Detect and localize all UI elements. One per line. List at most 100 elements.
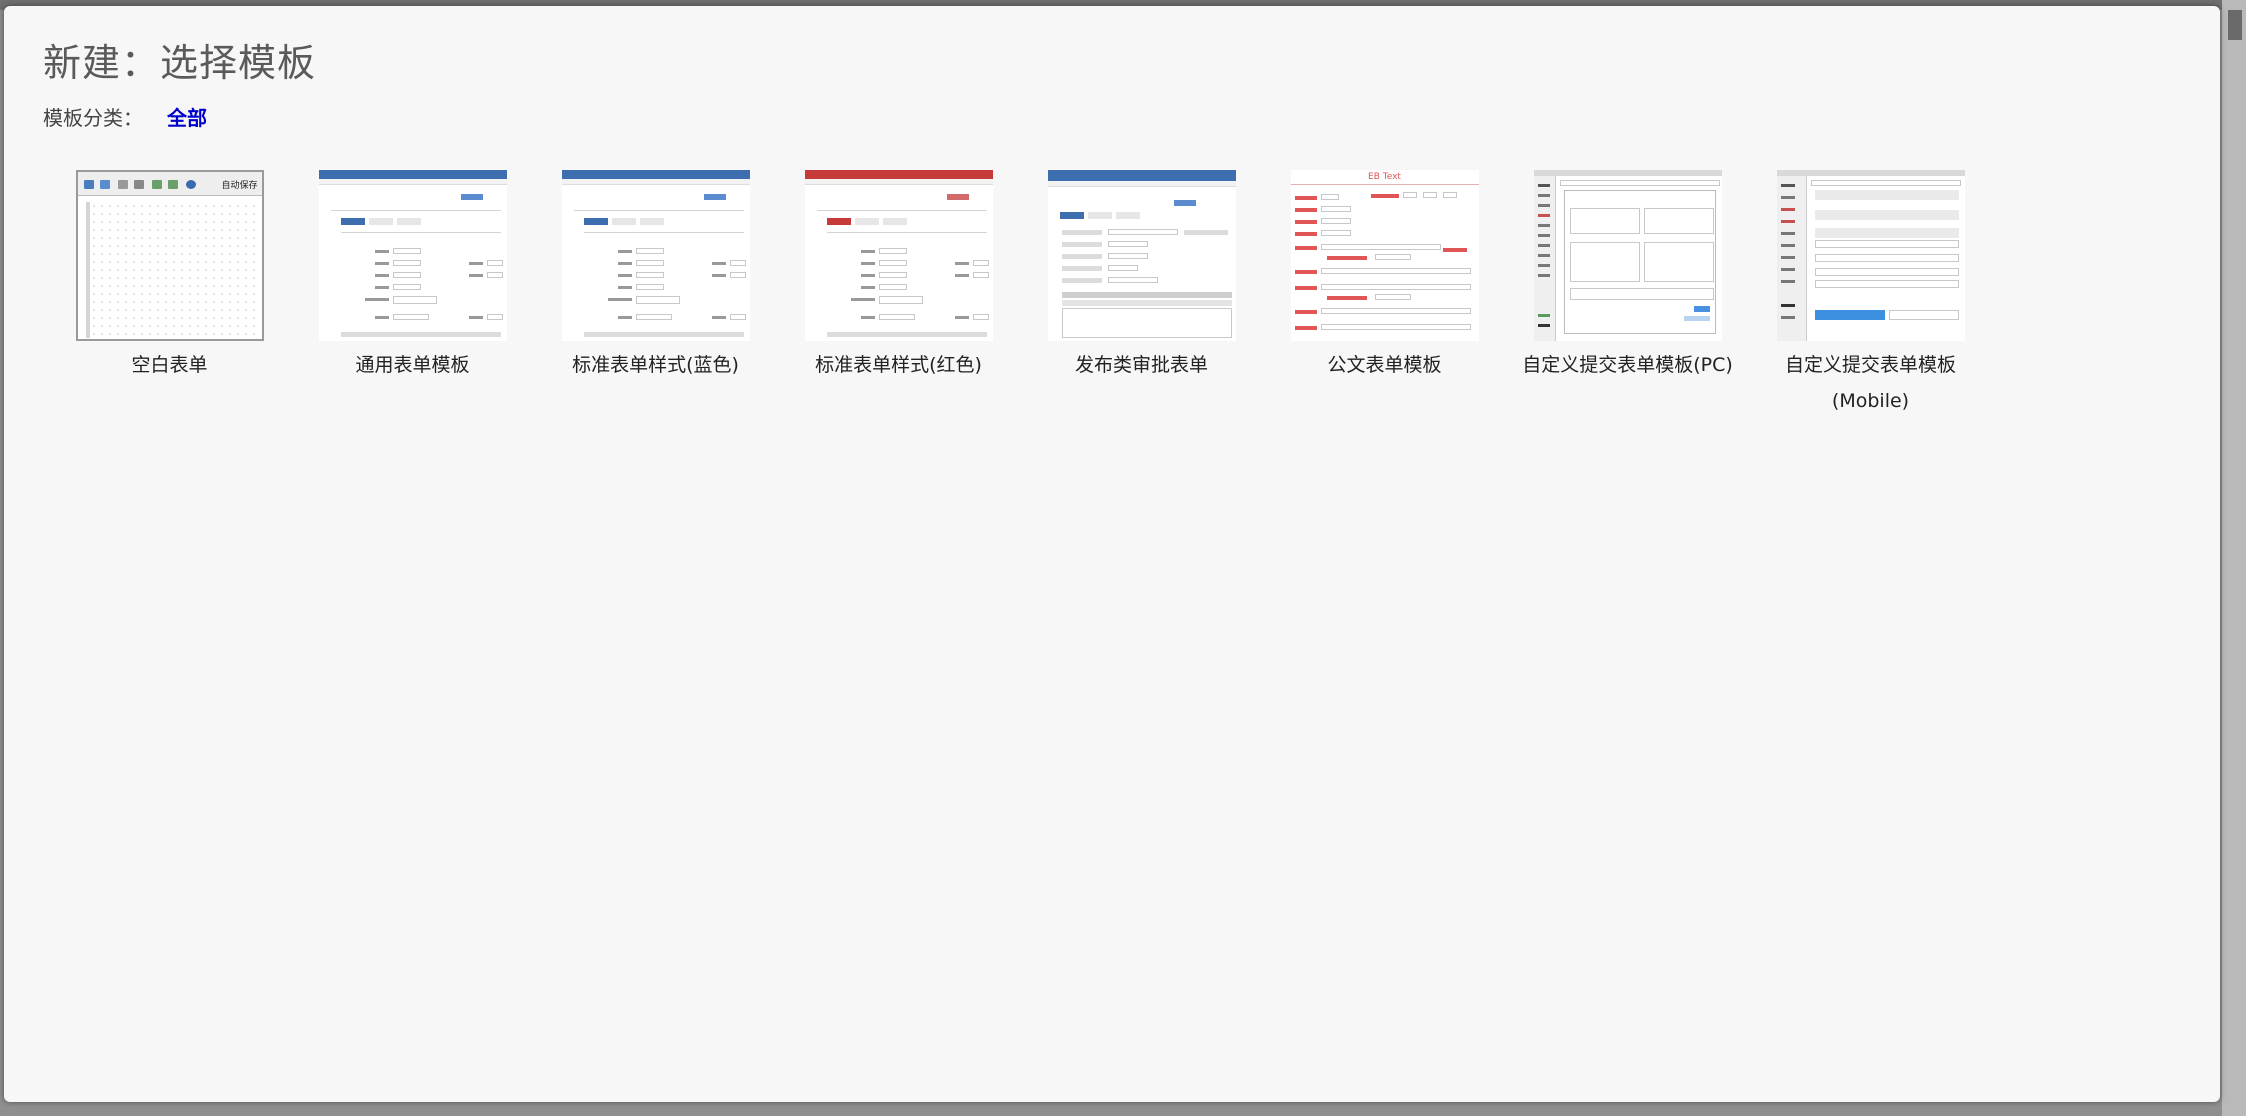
field-label <box>617 250 632 253</box>
field-label <box>1370 194 1399 198</box>
field-label <box>1442 248 1467 252</box>
thumbnail-border <box>75 170 264 341</box>
template-list: 自动保存 空白表单 通用表单模板 标准表单样式(蓝色) 标准表单样式(红色) 发… <box>48 170 1992 419</box>
template-card-custom-submit-mobile[interactable]: 自定义提交表单模板 (Mobile) <box>1749 170 1992 419</box>
field-label <box>617 262 632 265</box>
control-item <box>1537 324 1550 327</box>
menu-bar-preview <box>561 179 750 185</box>
control-item <box>1537 254 1550 257</box>
editor-toolbar-preview <box>1061 300 1232 306</box>
divider <box>573 210 744 211</box>
control-item <box>1537 194 1550 197</box>
field-input <box>635 248 664 254</box>
template-thumbnail[interactable] <box>561 170 750 341</box>
field-label <box>711 262 726 265</box>
template-card-official-document[interactable]: EB Text 公文表单模板 <box>1263 170 1506 419</box>
scrollbar-thumb[interactable] <box>2228 10 2242 40</box>
field-label <box>860 250 875 253</box>
category-label: 模板分类： <box>43 106 143 130</box>
field-input <box>1442 192 1457 198</box>
template-thumbnail[interactable] <box>318 170 507 341</box>
template-thumbnail[interactable]: 自动保存 <box>75 170 264 341</box>
tabs-preview <box>826 218 927 225</box>
template-card-general-form[interactable]: 通用表单模板 <box>291 170 534 419</box>
field-label-bg <box>1061 278 1102 283</box>
field-label <box>860 286 875 289</box>
template-card-custom-submit-pc[interactable]: 自定义提交表单模板(PC) <box>1506 170 1749 419</box>
tab-preview <box>882 218 907 225</box>
field-input <box>1320 324 1471 330</box>
template-thumbnail[interactable] <box>1533 170 1722 341</box>
dialog-title: 新建：选择模板 <box>43 41 317 85</box>
category-all-link[interactable]: 全部 <box>167 102 207 131</box>
field-input <box>878 314 915 320</box>
field-input <box>1320 244 1441 250</box>
tab-preview <box>368 218 393 225</box>
control-item <box>1780 268 1795 271</box>
form-box <box>1643 208 1714 234</box>
template-card-publish-approval[interactable]: 发布类审批表单 <box>1020 170 1263 419</box>
field-label <box>860 316 875 319</box>
logo-preview <box>460 194 483 200</box>
field-input <box>1402 192 1417 198</box>
field-input <box>1107 277 1158 283</box>
field-label <box>860 262 875 265</box>
field-label <box>374 262 389 265</box>
control-item <box>1780 196 1795 199</box>
field-label <box>374 316 389 319</box>
field-input <box>392 296 437 304</box>
thumb-title: EB Text <box>1368 172 1401 182</box>
tabs-preview <box>583 218 684 225</box>
template-thumbnail[interactable] <box>804 170 993 341</box>
field-label-bg <box>1061 230 1102 235</box>
template-card-blank-form[interactable]: 自动保存 空白表单 <box>48 170 291 419</box>
field-input <box>635 314 672 320</box>
divider <box>340 232 501 233</box>
field-label <box>1326 256 1367 260</box>
template-card-standard-red[interactable]: 标准表单样式(红色) <box>777 170 1020 419</box>
form-field-preview <box>1814 190 1959 200</box>
form-box <box>1569 288 1714 300</box>
background-scrollbar[interactable] <box>2222 0 2246 1116</box>
field-label <box>850 298 875 301</box>
form-field-preview <box>1814 280 1959 288</box>
field-input <box>1374 254 1411 260</box>
field-label <box>468 274 483 277</box>
template-name: 标准表单样式(蓝色) <box>572 354 739 376</box>
field-label-bg <box>1183 230 1228 235</box>
template-name: 自定义提交表单模板(PC) <box>1522 354 1733 376</box>
header-bar-preview <box>318 170 507 179</box>
field-input <box>1320 206 1351 212</box>
control-item <box>1780 304 1795 307</box>
tabs-preview <box>340 218 441 225</box>
field-input <box>1320 308 1471 314</box>
template-card-standard-blue[interactable]: 标准表单样式(蓝色) <box>534 170 777 419</box>
field-label <box>1294 310 1317 314</box>
tab-preview <box>639 218 664 225</box>
control-item <box>1537 184 1550 187</box>
editor-body-preview <box>1061 308 1232 338</box>
control-item <box>1780 244 1795 247</box>
field-input <box>635 284 664 290</box>
template-name: 通用表单模板 <box>355 354 470 376</box>
tabs-preview <box>1059 212 1160 219</box>
template-thumbnail[interactable] <box>1047 170 1236 341</box>
field-label <box>954 274 969 277</box>
field-label <box>374 286 389 289</box>
field-input <box>878 248 907 254</box>
tab-preview <box>583 218 608 225</box>
tab-preview <box>340 218 365 225</box>
field-label <box>1294 246 1317 250</box>
template-thumbnail[interactable]: EB Text <box>1290 170 1479 341</box>
field-label <box>1326 296 1367 300</box>
form-field-preview <box>1814 254 1959 262</box>
field-label-bg <box>1061 242 1102 247</box>
field-input <box>972 314 989 320</box>
template-thumbnail[interactable] <box>1776 170 1965 341</box>
field-input <box>1320 218 1351 224</box>
form-box <box>1643 242 1714 282</box>
form-box <box>1569 242 1640 282</box>
footer-preview <box>826 332 987 337</box>
field-input <box>1374 294 1411 300</box>
toolbar-preview <box>1533 170 1722 176</box>
